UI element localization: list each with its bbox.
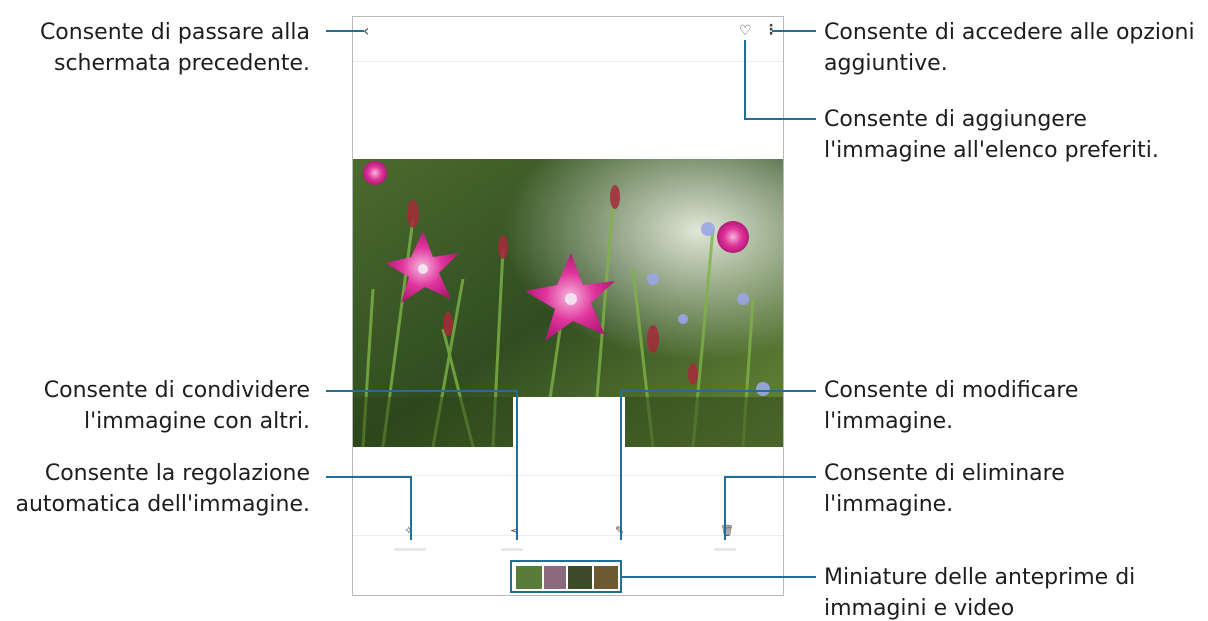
delete-label: [714, 548, 736, 551]
leader-line: [410, 476, 412, 540]
auto-adjust-label: [394, 548, 426, 551]
callout-thumbnails: Miniature delle anteprime di immagini e …: [824, 565, 1136, 621]
leader-line: [772, 30, 816, 32]
thumbnail[interactable]: [544, 566, 566, 589]
flower-photo: [353, 159, 783, 447]
callout-edit: Consente di modificare l'immagine.: [824, 378, 1079, 434]
flower-photo-art: [353, 159, 783, 447]
callout-favorite: Consente di aggiungere l'immagine all'el…: [824, 107, 1159, 163]
leader-line: [516, 390, 518, 540]
leader-line: [744, 40, 746, 120]
heart-icon[interactable]: ♡: [739, 23, 752, 39]
leader-line: [620, 390, 622, 540]
leader-line: [326, 390, 518, 392]
callout-share: Consente di condividere l'immagine con a…: [43, 378, 310, 434]
callout-more-options: Consente di accedere alle opzioni aggiun…: [824, 20, 1195, 76]
leader-line: [724, 476, 726, 540]
leader-line: [724, 476, 816, 478]
tablet-screen: ‹ ♡ ⋮: [352, 16, 784, 596]
top-bar: ‹ ♡ ⋮: [353, 17, 783, 47]
trash-icon[interactable]: 🗑: [720, 524, 734, 537]
thumbnail[interactable]: [516, 566, 542, 589]
leader-line: [326, 476, 412, 478]
callout-back: Consente di passare alla schermata prece…: [39, 20, 310, 76]
callout-delete: Consente di eliminare l'immagine.: [824, 461, 1065, 517]
share-label: [501, 548, 523, 551]
leader-line: [744, 118, 816, 120]
thumbnail[interactable]: [594, 566, 618, 589]
thumbnail[interactable]: [568, 566, 592, 589]
thumbnail-strip[interactable]: [510, 560, 622, 593]
divider: [353, 475, 783, 476]
leader-line: [620, 390, 816, 392]
leader-line: [622, 576, 816, 578]
callout-auto-adjust: Consente la regolazione automatica dell'…: [15, 461, 310, 517]
divider: [353, 535, 783, 536]
divider: [353, 61, 783, 62]
leader-line: [326, 30, 364, 32]
